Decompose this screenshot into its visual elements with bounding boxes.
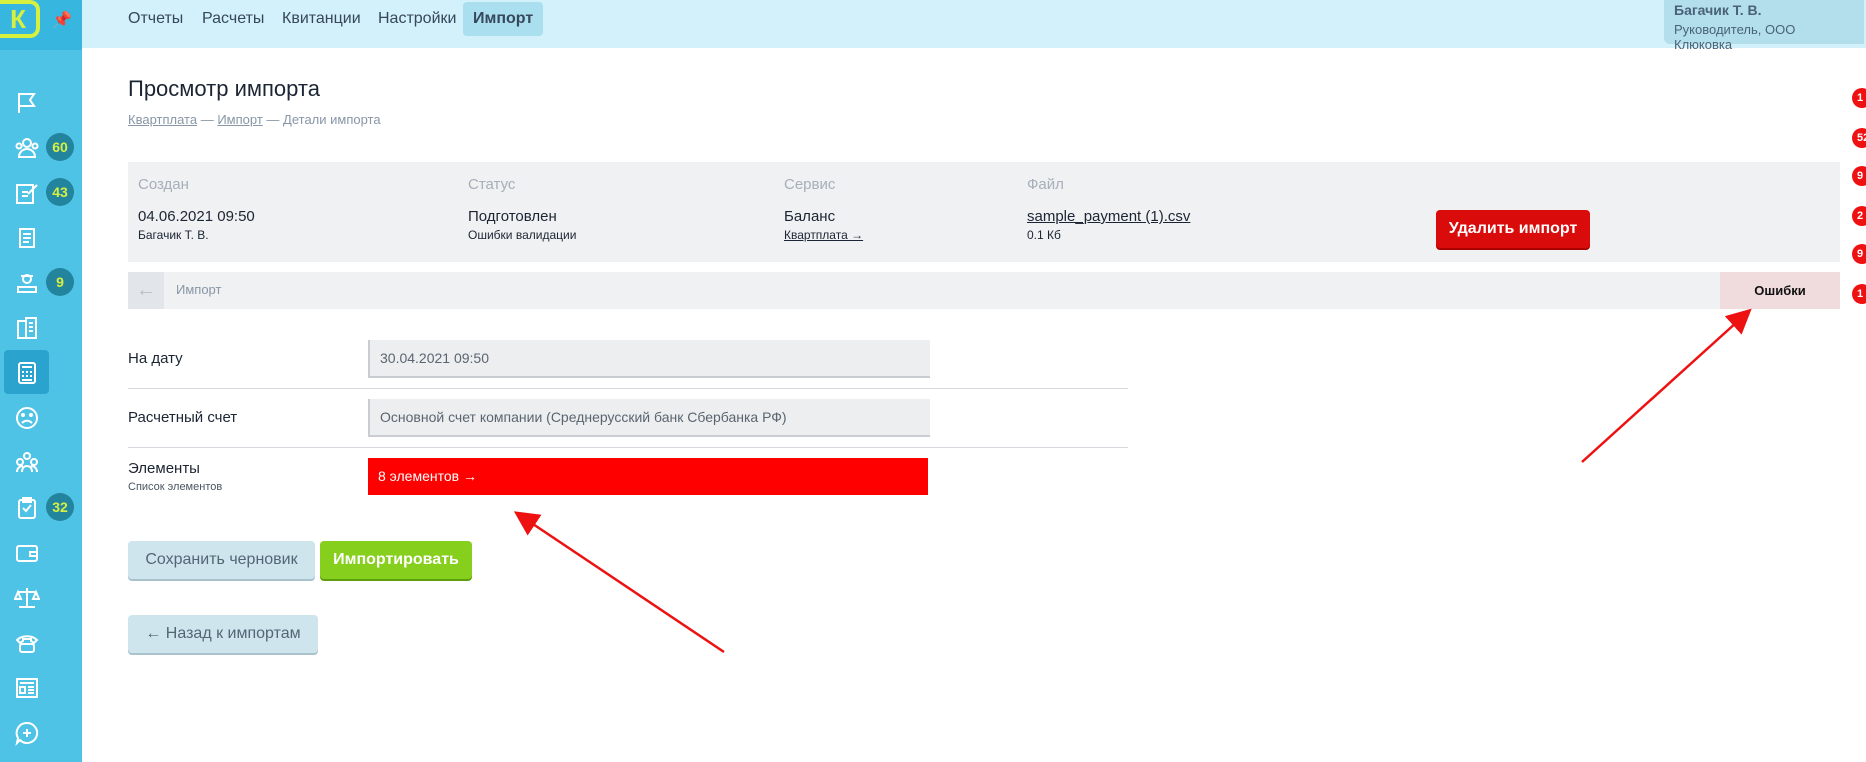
user-role: Руководитель, ООО Клюковка — [1674, 22, 1796, 52]
worker-icon — [14, 270, 40, 296]
form-row-date: На дату 30.04.2021 09:50 — [128, 340, 930, 388]
scales-icon — [13, 585, 41, 611]
step-current: Импорт — [176, 282, 222, 297]
sidebar-item-phone[interactable] — [0, 620, 82, 664]
badge-count: 9 — [46, 268, 74, 296]
breadcrumb: Квартплата — Импорт — Детали импорта — [128, 112, 381, 127]
tab-receipts[interactable]: Квитанции — [272, 2, 371, 36]
service-value: Баланс — [784, 208, 836, 225]
top-navigation: Отчеты Расчеты Квитанции Настройки Импор… — [82, 0, 1866, 52]
sidebar-item-building[interactable] — [0, 305, 82, 349]
documents-icon — [14, 225, 40, 251]
edge-badge: 52 — [1852, 128, 1866, 148]
sidebar-item-complaints[interactable] — [0, 395, 82, 439]
tab-settings[interactable]: Настройки — [368, 2, 466, 36]
service-link[interactable]: Квартплата → — [784, 228, 863, 242]
pin-icon[interactable]: 📌 — [52, 10, 72, 30]
sidebar-item-worker[interactable]: 9 — [0, 260, 82, 304]
divider — [128, 447, 1128, 448]
elements-sublabel: Список элементов — [128, 481, 223, 493]
delete-import-button[interactable]: Удалить импорт — [1436, 210, 1590, 248]
created-caption: Создан — [138, 176, 189, 193]
badge-count: 32 — [46, 493, 74, 521]
wallet-icon — [14, 540, 40, 566]
people-icon — [14, 135, 40, 161]
service-caption: Сервис — [784, 176, 836, 193]
sidebar-item-flag[interactable] — [0, 80, 82, 124]
edge-badge: 1 — [1852, 284, 1866, 304]
file-size: 0.1 Кб — [1027, 228, 1061, 242]
file-link[interactable]: sample_payment (1).csv — [1027, 208, 1190, 225]
back-to-imports-button[interactable]: ← Назад к импортам — [128, 615, 318, 653]
edge-badge: 9 — [1852, 244, 1866, 264]
sad-face-icon — [14, 405, 40, 431]
sidebar: К 📌 60 43 9 32 — [0, 0, 82, 762]
group-icon — [14, 450, 40, 476]
sidebar-item-wallet[interactable] — [0, 530, 82, 574]
calculator-icon — [14, 360, 40, 386]
tab-errors[interactable]: Ошибки — [1720, 272, 1840, 309]
step-bar: ← Импорт Ошибки — [128, 272, 1840, 309]
breadcrumb-separator: — — [200, 112, 214, 127]
arrow-to-errors — [1581, 308, 1752, 463]
breadcrumb-separator: — — [266, 112, 280, 127]
save-draft-button[interactable]: Сохранить черновик — [128, 541, 315, 579]
badge-count: 60 — [46, 133, 74, 161]
checklist-icon — [14, 495, 40, 521]
flag-icon — [14, 90, 40, 116]
edge-badge: 2 — [1852, 206, 1866, 226]
sidebar-item-group[interactable] — [0, 440, 82, 484]
edge-badge: 1 — [1852, 88, 1866, 108]
elements-button[interactable]: 8 элементов → — [368, 458, 928, 495]
sidebar-item-news[interactable] — [0, 665, 82, 709]
sidebar-item-chat[interactable] — [0, 710, 82, 754]
elements-label: Элементы — [128, 460, 200, 477]
logo-area: К 📌 — [0, 0, 82, 50]
tab-reports[interactable]: Отчеты — [118, 2, 193, 36]
import-button[interactable]: Импортировать — [320, 541, 472, 579]
date-field[interactable]: 30.04.2021 09:50 — [368, 340, 930, 378]
page-title: Просмотр импорта — [128, 76, 320, 101]
status-caption: Статус — [468, 176, 516, 193]
badge-count: 43 — [46, 178, 74, 206]
app-logo[interactable]: К — [0, 0, 40, 38]
status-value: Подготовлен — [468, 208, 557, 225]
user-menu[interactable]: Багачик Т. В. Руководитель, ООО Клюковка — [1664, 0, 1864, 52]
status-detail: Ошибки валидации — [468, 228, 577, 242]
divider — [128, 388, 1128, 389]
account-field[interactable]: Основной счет компании (Среднерусский ба… — [368, 399, 930, 437]
breadcrumb-link-import[interactable]: Импорт — [217, 112, 262, 127]
phone-icon — [14, 630, 40, 656]
back-arrow-icon[interactable]: ← — [128, 272, 164, 309]
edit-doc-icon — [14, 180, 40, 206]
news-icon — [14, 675, 40, 701]
sidebar-item-edit[interactable]: 43 — [0, 170, 82, 214]
sidebar-item-checklist[interactable]: 32 — [0, 485, 82, 529]
user-name: Багачик Т. В. — [1674, 2, 1762, 18]
sidebar-item-scales[interactable] — [0, 575, 82, 619]
created-value: 04.06.2021 09:50 — [138, 208, 255, 225]
sidebar-item-people[interactable]: 60 — [0, 125, 82, 169]
sidebar-item-documents[interactable] — [0, 215, 82, 259]
tab-calculations[interactable]: Расчеты — [192, 2, 274, 36]
building-icon — [14, 315, 40, 341]
date-label: На дату — [128, 350, 183, 367]
breadcrumb-current: Детали импорта — [283, 112, 381, 127]
account-label: Расчетный счет — [128, 409, 238, 426]
sidebar-item-calculator[interactable] — [0, 350, 82, 394]
breadcrumb-link-kvartplata[interactable]: Квартплата — [128, 112, 197, 127]
chat-plus-icon — [14, 720, 40, 747]
arrow-to-elements — [513, 511, 725, 654]
created-author: Багачик Т. В. — [138, 228, 209, 242]
form-row-account: Расчетный счет Основной счет компании (С… — [128, 399, 930, 447]
edge-badge: 9 — [1852, 166, 1866, 186]
import-info-panel: Создан 04.06.2021 09:50 Багачик Т. В. Ст… — [128, 162, 1840, 262]
tab-import[interactable]: Импорт — [463, 2, 544, 36]
file-caption: Файл — [1027, 176, 1064, 193]
